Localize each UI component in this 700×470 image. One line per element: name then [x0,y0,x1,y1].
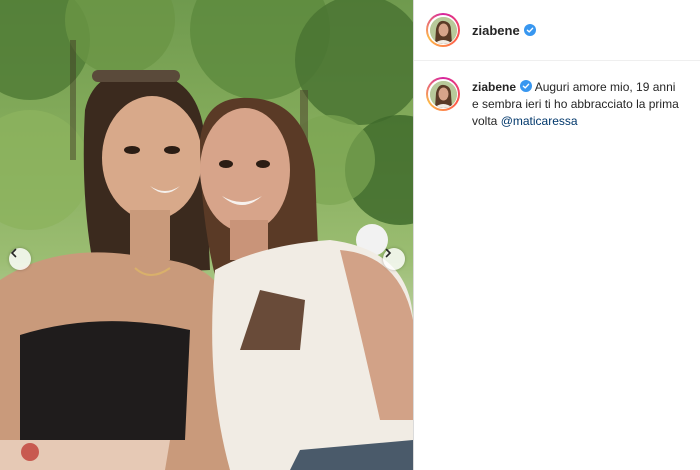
chevron-right-icon [385,248,392,258]
post-sidebar: ziabene ziabene Auguri amore mio, 19 ann… [413,0,700,470]
post-photo[interactable] [0,0,413,470]
avatar-story-ring[interactable] [426,13,460,47]
post-header: ziabene [414,0,700,61]
avatar [429,16,457,44]
instagram-post: ziabene ziabene Auguri amore mio, 19 ann… [0,0,700,470]
caption-avatar-ring[interactable] [426,77,460,111]
caption-comment: ziabene Auguri amore mio, 19 anni e semb… [414,61,700,130]
caption-body: ziabene Auguri amore mio, 19 anni e semb… [472,79,682,130]
caption-avatar [429,80,457,108]
avatar-image [429,16,457,44]
author-username[interactable]: ziabene [472,23,520,38]
verified-badge-icon [520,80,533,92]
chevron-left-icon [10,248,17,258]
caption-username[interactable]: ziabene [472,80,516,94]
next-photo-button[interactable] [383,248,405,270]
photo-illustration [0,0,413,470]
caption-mention-link[interactable]: @maticaressa [501,114,578,128]
previous-photo-button[interactable] [9,248,31,270]
verified-badge-icon [523,24,536,36]
avatar-image [429,80,457,108]
